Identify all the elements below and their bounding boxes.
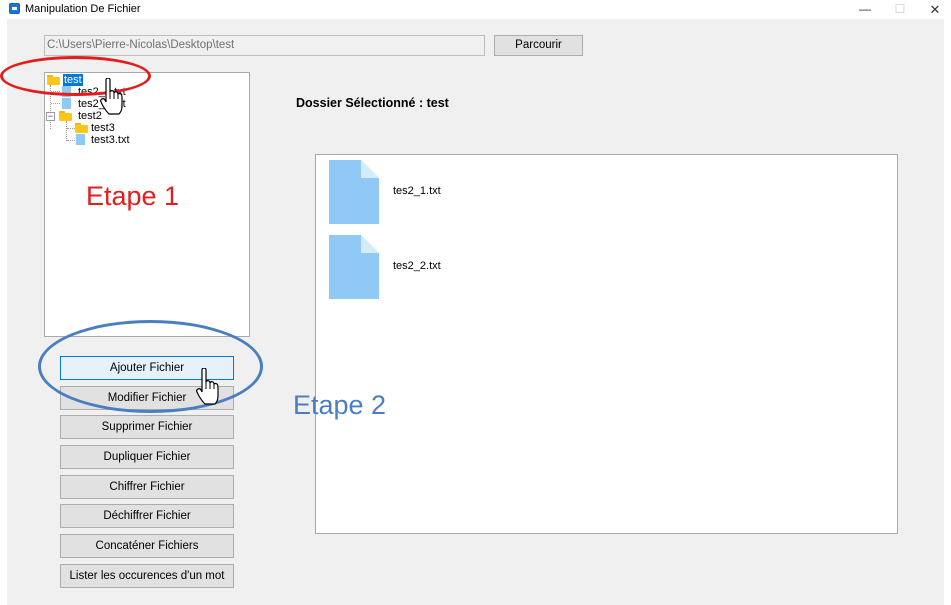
step2-annotation: Etape 2 xyxy=(293,390,387,420)
maximize-button[interactable]: ☐ xyxy=(883,0,917,19)
encrypt-file-button[interactable]: Chiffrer Fichier xyxy=(60,475,234,499)
delete-file-button[interactable]: Supprimer Fichier xyxy=(60,415,234,439)
file-tile[interactable]: tes2_2.txt xyxy=(329,235,729,301)
file-icon xyxy=(329,235,379,299)
folder-icon xyxy=(75,123,88,133)
tree-connector xyxy=(67,140,75,141)
tree-connector xyxy=(51,103,60,104)
tree-item-label: test3 xyxy=(91,122,115,134)
folder-icon xyxy=(59,111,72,121)
minimize-button[interactable]: — xyxy=(848,0,882,19)
title-bar: Manipulation De Fichier — ☐ ✕ xyxy=(0,0,951,19)
collapse-toggle[interactable]: − xyxy=(46,112,55,121)
window-title: Manipulation De Fichier xyxy=(25,3,141,15)
duplicate-file-button[interactable]: Dupliquer Fichier xyxy=(60,445,234,469)
tree-item-label: test3.txt xyxy=(91,134,130,146)
path-field[interactable]: C:\Users\Pierre-Nicolas\Desktop\test xyxy=(44,35,485,56)
file-name: tes2_1.txt xyxy=(393,185,441,197)
tree-item-label: test2 xyxy=(78,110,102,122)
file-icon xyxy=(76,134,85,145)
close-button[interactable]: ✕ xyxy=(918,0,951,19)
app-icon xyxy=(9,3,20,14)
tree-connector xyxy=(66,121,67,141)
selected-folder-label: Dossier Sélectionné : test xyxy=(296,96,449,110)
file-icon xyxy=(62,98,71,109)
decrypt-file-button[interactable]: Déchiffrer Fichier xyxy=(60,504,234,528)
hand-cursor-icon xyxy=(100,78,123,115)
file-list-panel[interactable]: tes2_1.txt tes2_2.txt xyxy=(315,154,898,534)
step2-highlight-ellipse xyxy=(38,320,263,413)
browse-button[interactable]: Parcourir xyxy=(494,35,583,56)
tree-connector xyxy=(67,128,75,129)
step1-annotation: Etape 1 xyxy=(86,181,180,211)
concatenate-files-button[interactable]: Concaténer Fichiers xyxy=(60,534,234,558)
step1-highlight-ellipse xyxy=(0,56,151,96)
file-icon xyxy=(329,160,379,224)
file-tile[interactable]: tes2_1.txt xyxy=(329,160,729,226)
list-word-occurrences-button[interactable]: Lister les occurences d'un mot xyxy=(60,564,234,588)
hand-cursor-icon xyxy=(196,368,219,405)
file-name: tes2_2.txt xyxy=(393,260,441,272)
